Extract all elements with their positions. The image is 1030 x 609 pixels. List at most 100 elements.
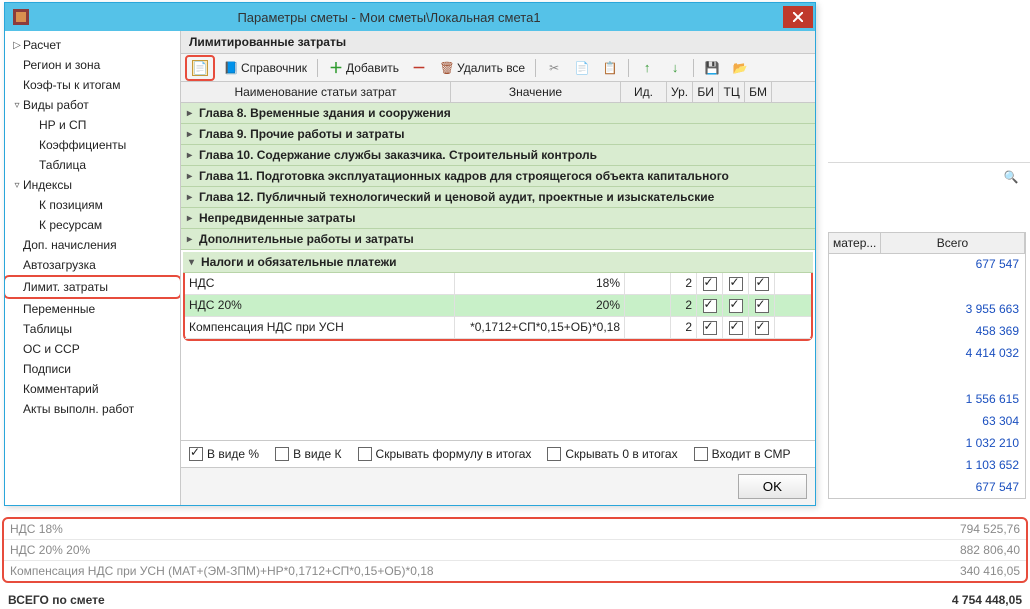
cell-level[interactable]: 2 (671, 317, 697, 338)
sidebar-item[interactable]: ОС и ССР (5, 339, 180, 359)
cell-level[interactable]: 2 (671, 295, 697, 316)
checkbox-bi[interactable] (703, 277, 717, 291)
ok-button[interactable]: OK (738, 474, 807, 499)
sidebar-item[interactable]: ▿Виды работ (5, 95, 180, 115)
checkbox-bi[interactable] (703, 299, 717, 313)
sidebar-item[interactable]: ▿Индексы (5, 175, 180, 195)
chapter-row[interactable]: ▸Глава 11. Подготовка эксплуатационных к… (181, 166, 815, 187)
checkbox-in-smr[interactable]: Входит в СМР (694, 447, 791, 461)
arrow-up-icon: ↑ (639, 60, 655, 76)
grid-body: ▸Глава 8. Временные здания и сооружения … (181, 103, 815, 440)
summary-row[interactable]: НДС 18% 794 525,76 (4, 519, 1026, 540)
chapter-row[interactable]: ▸Дополнительные работы и затраты (181, 229, 815, 250)
data-row[interactable]: НДС 18% 2 (185, 273, 811, 295)
checkbox-hide-formula[interactable]: Скрывать формулу в итогах (358, 447, 532, 461)
cut-button[interactable]: ✂ (542, 58, 566, 78)
checkbox-bm[interactable] (755, 277, 769, 291)
sidebar-item[interactable]: Подписи (5, 359, 180, 379)
reference-button[interactable]: 📘Справочник (219, 58, 311, 78)
checkbox-tc[interactable] (729, 321, 743, 335)
summary-value: 794 525,76 (900, 522, 1020, 536)
grid-header-bm[interactable]: БМ (745, 82, 772, 102)
checkbox-bi[interactable] (703, 321, 717, 335)
arrow-down-icon: ↓ (667, 60, 683, 76)
sidebar-item-label: Подписи (23, 362, 71, 376)
move-down-button[interactable]: ↓ (663, 58, 687, 78)
sidebar-item[interactable]: Автозагрузка (5, 255, 180, 275)
cell-name[interactable]: Компенсация НДС при УСН (185, 317, 455, 338)
checkbox-bm[interactable] (755, 321, 769, 335)
sidebar-item[interactable]: Таблицы (5, 319, 180, 339)
apply-button[interactable]: 📄 (188, 58, 212, 78)
cell-name[interactable]: НДС 20% (185, 295, 455, 316)
data-row[interactable]: НДС 20% 20% 2 (185, 295, 811, 317)
paste-button[interactable]: 📋 (598, 58, 622, 78)
cell-value[interactable]: *0,1712+СП*0,15+ОБ)*0,18 (455, 317, 625, 338)
grid-header-bi[interactable]: БИ (693, 82, 719, 102)
grid-header-name[interactable]: Наименование статьи затрат (181, 82, 451, 102)
expand-icon: ▿ (11, 180, 23, 191)
sidebar-item-label: Виды работ (23, 98, 89, 112)
search-icon[interactable]: 🔍 (1002, 168, 1020, 186)
chapter-label: Глава 8. Временные здания и сооружения (199, 106, 451, 120)
checkbox-as-percent[interactable]: В виде % (189, 447, 259, 461)
copy-button[interactable]: 📄 (570, 58, 594, 78)
toolbar-label: Добавить (346, 61, 399, 75)
cell-value[interactable]: 18% (455, 273, 625, 294)
sidebar-item[interactable]: К ресурсам (5, 215, 180, 235)
sidebar-item[interactable]: Акты выполн. работ (5, 399, 180, 419)
close-button[interactable] (783, 6, 813, 28)
grand-total-label: ВСЕГО по смете (8, 593, 902, 607)
checkbox-tc[interactable] (729, 299, 743, 313)
expand-icon: ▷ (11, 40, 23, 51)
cell-name[interactable]: НДС (185, 273, 455, 294)
chapter-row[interactable]: ▾Налоги и обязательные платежи (183, 252, 813, 273)
cell-id[interactable] (625, 295, 671, 316)
sidebar-item[interactable]: НР и СП (5, 115, 180, 135)
delete-all-button[interactable]: 🗑Удалить все (435, 58, 529, 78)
chapter-row[interactable]: ▸Глава 8. Временные здания и сооружения (181, 103, 815, 124)
chapter-label: Глава 9. Прочие работы и затраты (199, 127, 405, 141)
sidebar-item[interactable]: Комментарий (5, 379, 180, 399)
chapter-label: Налоги и обязательные платежи (201, 255, 397, 269)
cell-id[interactable] (625, 317, 671, 338)
cell-value[interactable]: 20% (455, 295, 625, 316)
grid-header-tc[interactable]: ТЦ (719, 82, 745, 102)
checkbox-bm[interactable] (755, 299, 769, 313)
open-button[interactable]: 📂 (728, 58, 752, 78)
chapter-row[interactable]: ▸Непредвиденные затраты (181, 208, 815, 229)
sidebar-item[interactable]: ▷Расчет (5, 35, 180, 55)
sidebar-item[interactable]: К позициям (5, 195, 180, 215)
data-row[interactable]: Компенсация НДС при УСН *0,1712+СП*0,15+… (185, 317, 811, 339)
titlebar: Параметры сметы - Мои сметы\Локальная см… (5, 3, 815, 31)
chapter-row[interactable]: ▸Глава 9. Прочие работы и затраты (181, 124, 815, 145)
chapter-row[interactable]: ▸Глава 12. Публичный технологический и ц… (181, 187, 815, 208)
sidebar-item-label: Переменные (23, 302, 95, 316)
chevron-right-icon: ▸ (187, 192, 199, 203)
chevron-right-icon: ▸ (187, 213, 199, 224)
add-button[interactable]: ＋Добавить (324, 58, 403, 78)
grid-header-level[interactable]: Ур. (667, 82, 693, 102)
checkbox-hide-zero[interactable]: Скрывать 0 в итогах (547, 447, 677, 461)
sidebar-item-limit-costs[interactable]: Лимит. затраты (5, 275, 181, 299)
sidebar-item[interactable]: Доп. начисления (5, 235, 180, 255)
summary-label: НДС 20% 20% (10, 543, 900, 557)
chapter-row[interactable]: ▸Глава 10. Содержание службы заказчика. … (181, 145, 815, 166)
grid-header-id[interactable]: Ид. (621, 82, 667, 102)
checkbox-as-coef[interactable]: В виде К (275, 447, 341, 461)
cell-id[interactable] (625, 273, 671, 294)
sidebar-item[interactable]: Переменные (5, 299, 180, 319)
sidebar-item[interactable]: Таблица (5, 155, 180, 175)
sidebar-item[interactable]: Регион и зона (5, 55, 180, 75)
highlighted-rows: ▾Налоги и обязательные платежи НДС 18% 2… (183, 252, 813, 341)
checkbox-tc[interactable] (729, 277, 743, 291)
grid-header-value[interactable]: Значение (451, 82, 621, 102)
summary-row[interactable]: НДС 20% 20% 882 806,40 (4, 540, 1026, 561)
sidebar-item[interactable]: Коэф-ты к итогам (5, 75, 180, 95)
save-button[interactable]: 💾 (700, 58, 724, 78)
remove-button[interactable]: － (407, 58, 431, 78)
sidebar-item[interactable]: Коэффициенты (5, 135, 180, 155)
move-up-button[interactable]: ↑ (635, 58, 659, 78)
summary-row[interactable]: Компенсация НДС при УСН (МАТ+(ЭМ-ЗПМ)+НР… (4, 561, 1026, 581)
cell-level[interactable]: 2 (671, 273, 697, 294)
